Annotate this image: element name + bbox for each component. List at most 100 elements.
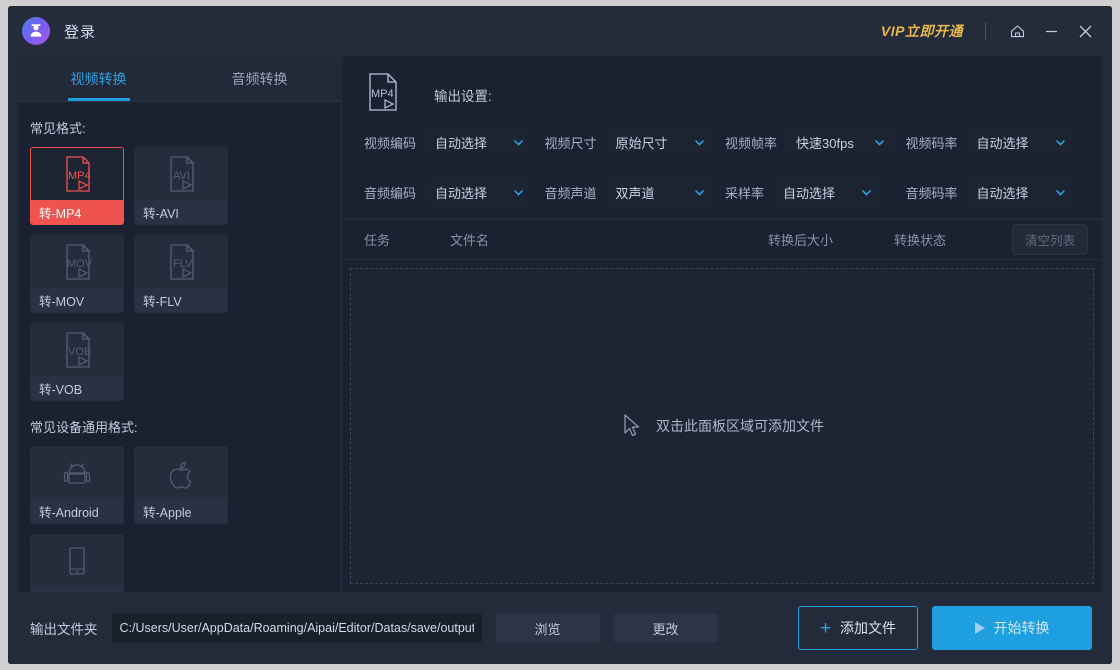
svg-text:MP4: MP4 [371,88,394,100]
format-card-label: 转-FLV [135,288,227,312]
format-card-label: 转-MOV [31,288,123,312]
home-icon[interactable] [1000,14,1034,48]
field-audio-codec: 音频编码 自动选择 [364,178,545,206]
chevron-down-icon [1055,139,1065,146]
video-codec-select[interactable]: 自动选择 [425,128,534,156]
audio-channels-select[interactable]: 双声道 [605,178,714,206]
format-card-label: 转-MP4 [31,200,123,224]
svg-text:FLV: FLV [173,258,193,270]
file-video-icon: MP4 [31,148,123,200]
add-file-label: 添加文件 [840,620,897,636]
add-file-button[interactable]: + 添加文件 [798,606,918,650]
play-icon [974,622,985,634]
device-format-cards: 转-Android 转-Apple [18,446,340,612]
sidebar-tabs: 视频转换 音频转换 [18,56,340,102]
format-card-apple[interactable]: 转-Apple [134,446,228,524]
select-value: 自动选择 [783,185,836,201]
svg-text:VOB: VOB [68,346,91,358]
file-video-icon: FLV [135,236,227,288]
android-icon [31,447,123,499]
column-header-status: 转换状态 [894,233,947,248]
format-card-mp4[interactable]: MP4 转-MP4 [30,147,124,225]
output-folder-label: 输出文件夹 [30,622,98,637]
close-icon[interactable] [1068,14,1102,48]
select-value: 自动选择 [435,185,488,201]
drop-zone-text: 双击此面板区域可添加文件 [656,418,824,434]
file-video-icon: AVI [135,148,227,200]
output-path-input[interactable] [111,613,482,643]
format-card-flv[interactable]: FLV 转-FLV [134,235,228,313]
start-convert-label: 开始转换 [993,620,1050,636]
field-video-codec: 视频编码 自动选择 [364,128,545,156]
clear-list-button[interactable]: 清空列表 [1011,224,1088,255]
video-framerate-select[interactable]: 快速30fps [786,128,895,156]
field-label: 视频码率 [905,135,958,151]
file-drop-zone[interactable]: 双击此面板区域可添加文件 [350,268,1094,584]
field-label: 采样率 [725,185,765,201]
plus-icon: + [819,617,832,639]
chevron-down-icon [694,189,704,196]
select-value: 快速30fps [796,135,854,151]
video-size-select[interactable]: 原始尺寸 [605,128,714,156]
select-value: 原始尺寸 [615,135,668,151]
section-title-common-formats: 常见格式: [30,121,86,136]
selected-format-icon: MP4 [364,70,406,121]
app-logo-avatar-icon[interactable] [22,17,50,45]
column-header-task: 任务 [364,233,391,248]
tablet-icon [31,535,123,587]
right-panel: MP4 输出设置: 视频编码 自动选择 视频尺寸 原始尺寸 视频帧率 快速30f… [342,56,1102,592]
output-settings-header: MP4 输出设置: [364,70,1086,120]
chevron-down-icon [1055,189,1065,196]
window-title: 登录 [64,23,97,41]
task-list-header: 任务 文件名 转换后大小 转换状态 清空列表 [342,220,1102,260]
start-convert-button[interactable]: 开始转换 [932,606,1092,650]
field-label: 音频声道 [544,185,597,201]
field-label: 视频帧率 [725,135,778,151]
format-card-vob[interactable]: VOB 转-VOB [30,323,124,401]
settings-row-audio: 音频编码 自动选择 音频声道 双声道 采样率 自动选择 音频码率 自动选择 [364,178,1086,206]
field-label: 视频尺寸 [544,135,597,151]
field-label: 音频编码 [364,185,417,201]
field-sample-rate: 采样率 自动选择 [725,178,906,206]
cursor-arrow-icon [624,414,640,437]
browse-button[interactable]: 浏览 [495,613,600,643]
vip-upgrade-link[interactable]: VIP立即开通 [875,17,969,45]
field-label: 视频编码 [364,135,417,151]
common-format-cards: MP4 转-MP4 AVI 转-AVI MOV 转-MOV FLV 转-FLV … [18,147,340,401]
column-header-filename: 文件名 [450,233,490,248]
format-card-avi[interactable]: AVI 转-AVI [134,147,228,225]
audio-codec-select[interactable]: 自动选择 [425,178,534,206]
apple-icon [135,447,227,499]
select-value: 自动选择 [435,135,488,151]
audio-bitrate-select[interactable]: 自动选择 [966,178,1075,206]
titlebar-divider [985,22,986,40]
field-video-bitrate: 视频码率 自动选择 [906,128,1087,156]
sample-rate-select[interactable]: 自动选择 [773,178,882,206]
column-header-output-size: 转换后大小 [768,233,834,248]
select-value: 自动选择 [976,185,1029,201]
field-audio-channels: 音频声道 双声道 [545,178,726,206]
tab-audio-convert[interactable]: 音频转换 [179,56,340,101]
chevron-down-icon [694,139,704,146]
chevron-down-icon [514,139,523,146]
field-label: 音频码率 [905,185,958,201]
minimize-icon[interactable] [1034,14,1068,48]
svg-text:MOV: MOV [67,258,93,270]
field-video-framerate: 视频帧率 快速30fps [725,128,906,156]
video-bitrate-select[interactable]: 自动选择 [966,128,1075,156]
format-sidebar: 视频转换 音频转换 常见格式: MP4 转-MP4 AVI 转-AVI MOV … [18,56,340,612]
format-card-label: 转-VOB [31,376,123,400]
tab-video-convert[interactable]: 视频转换 [18,56,179,101]
format-card-label: 转-Android [31,499,123,523]
format-card-label: 转-AVI [135,200,227,224]
format-card-mov[interactable]: MOV 转-MOV [30,235,124,313]
file-video-icon: VOB [31,324,123,376]
section-title-device-formats: 常见设备通用格式: [30,420,138,435]
format-card-label: 转-Apple [135,499,227,523]
format-card-android[interactable]: 转-Android [30,446,124,524]
chevron-down-icon [875,139,884,146]
file-video-icon: MOV [31,236,123,288]
change-button[interactable]: 更改 [613,613,718,643]
settings-row-video: 视频编码 自动选择 视频尺寸 原始尺寸 视频帧率 快速30fps 视频码率 自动… [364,128,1086,156]
chevron-down-icon [862,189,871,196]
